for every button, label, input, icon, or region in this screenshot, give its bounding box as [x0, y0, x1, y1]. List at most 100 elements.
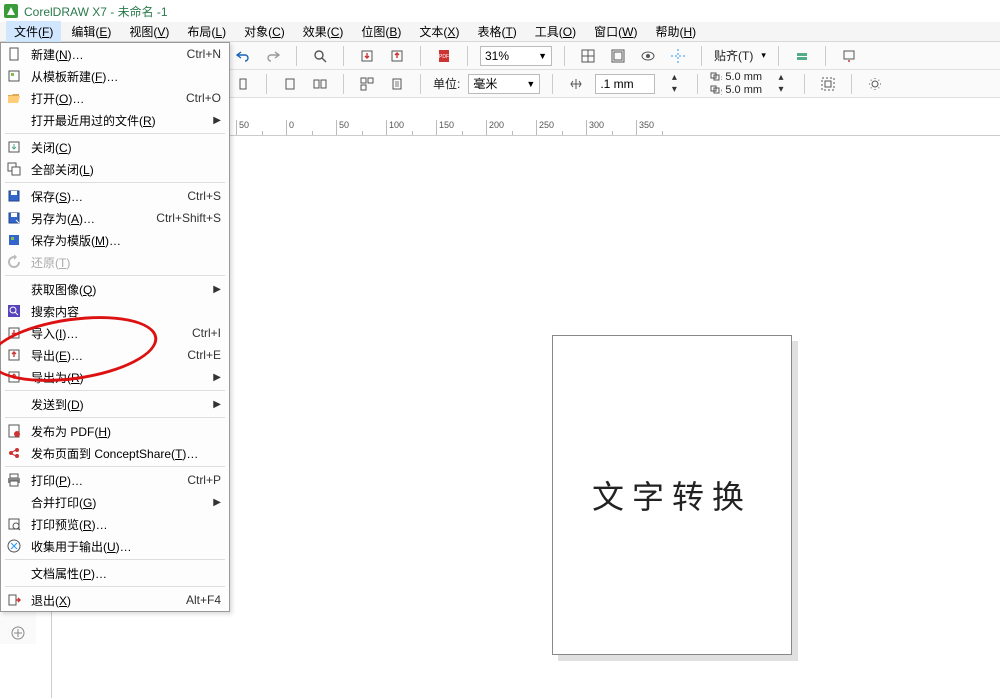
- menu-文本x[interactable]: 文本(X): [411, 21, 467, 42]
- export-icon[interactable]: [386, 45, 408, 67]
- dup-x-value[interactable]: 5.0 mm: [725, 71, 762, 83]
- file-menu-item[interactable]: 打印(P)…Ctrl+P: [1, 469, 229, 491]
- snap-grid-icon[interactable]: [577, 45, 599, 67]
- close-icon: [5, 138, 23, 156]
- file-menu-item[interactable]: 关闭(C): [1, 136, 229, 158]
- menu-item-label: 新建(N)…: [31, 46, 179, 63]
- chevron-down-icon: ▼: [538, 51, 547, 61]
- menu-item-label: 退出(X): [31, 592, 178, 609]
- orientation-portrait-icon[interactable]: [232, 73, 254, 95]
- menu-separator: [5, 182, 225, 183]
- menu-位图b[interactable]: 位图(B): [353, 21, 409, 42]
- menu-item-label: 发布为 PDF(H): [31, 423, 221, 440]
- zoom-value: 31%: [485, 49, 509, 63]
- revert-icon: [5, 253, 23, 271]
- menu-表格t[interactable]: 表格(T): [469, 21, 524, 42]
- file-menu-item[interactable]: 从模板新建(F)…: [1, 65, 229, 87]
- file-menu-item[interactable]: 合并打印(G)▶: [1, 491, 229, 513]
- ruler-tick: 200: [486, 120, 536, 135]
- file-menu-item[interactable]: 导出(E)…Ctrl+E: [1, 344, 229, 366]
- options-gear-icon[interactable]: [864, 73, 886, 95]
- canvas-page[interactable]: 文字转换: [552, 335, 792, 655]
- file-menu-item[interactable]: 发布页面到 ConceptShare(T)…: [1, 442, 229, 464]
- file-menu-item[interactable]: 新建(N)…Ctrl+N: [1, 43, 229, 65]
- file-menu-item[interactable]: 收集用于输出(U)…: [1, 535, 229, 557]
- file-menu-item[interactable]: 导出为(R)▶: [1, 366, 229, 388]
- file-menu-item[interactable]: 全部关闭(L): [1, 158, 229, 180]
- guides-icon[interactable]: [667, 45, 689, 67]
- menu-帮助h[interactable]: 帮助(H): [647, 21, 704, 42]
- submenu-arrow-icon: ▶: [213, 399, 221, 410]
- menu-item-label: 发送到(D): [31, 396, 205, 413]
- menu-工具o[interactable]: 工具(O): [527, 21, 584, 42]
- menu-item-label: 导出(E)…: [31, 347, 179, 364]
- preview-icon[interactable]: [637, 45, 659, 67]
- file-menu-item[interactable]: 保存为模版(M)…: [1, 229, 229, 251]
- menu-item-label: 获取图像(Q): [31, 281, 205, 298]
- add-page-icon[interactable]: [7, 622, 29, 644]
- file-menu-item[interactable]: 发送到(D) ▶: [1, 393, 229, 415]
- file-dropdown-menu: 新建(N)…Ctrl+N从模板新建(F)…打开(O)…Ctrl+O打开最近用过的…: [0, 42, 230, 612]
- dup-y-value[interactable]: 5.0 mm: [725, 84, 762, 96]
- menu-separator: [5, 133, 225, 134]
- file-menu-item[interactable]: 保存(S)…Ctrl+S: [1, 185, 229, 207]
- nudge-spinner[interactable]: ▴▾: [663, 73, 685, 95]
- nudge-field[interactable]: .1 mm: [595, 74, 655, 94]
- file-menu-item[interactable]: 打开(O)…Ctrl+O: [1, 87, 229, 109]
- submenu-arrow-icon: ▶: [213, 497, 221, 508]
- exportas-icon: [5, 368, 23, 386]
- menu-编辑e[interactable]: 编辑(E): [63, 21, 119, 42]
- redo-icon[interactable]: [262, 45, 284, 67]
- menu-效果c[interactable]: 效果(C): [295, 21, 352, 42]
- menu-shortcut: Ctrl+Shift+S: [156, 211, 221, 225]
- menu-布局l[interactable]: 布局(L): [179, 21, 234, 42]
- template-icon: [5, 67, 23, 85]
- undo-icon[interactable]: [232, 45, 254, 67]
- separator: [420, 46, 421, 66]
- file-menu-item[interactable]: 获取图像(Q)▶: [1, 278, 229, 300]
- file-menu-item[interactable]: 退出(X)Alt+F4: [1, 589, 229, 611]
- save-icon: [5, 187, 23, 205]
- launch-icon[interactable]: [838, 45, 860, 67]
- file-menu-item[interactable]: 导入(I)…Ctrl+I: [1, 322, 229, 344]
- file-menu-item[interactable]: 搜索内容: [1, 300, 229, 322]
- current-page-icon[interactable]: [386, 73, 408, 95]
- titlebar: CorelDRAW X7 - 未命名 -1: [0, 0, 1000, 22]
- savetpl-icon: [5, 231, 23, 249]
- file-menu-item[interactable]: 文档属性(P)…: [1, 562, 229, 584]
- zoom-field[interactable]: 31% ▼: [480, 46, 552, 66]
- separator: [266, 74, 267, 94]
- menubar: 文件(F)编辑(E)视图(V)布局(L)对象(C)效果(C)位图(B)文本(X)…: [0, 22, 1000, 42]
- all-pages-icon[interactable]: [356, 73, 378, 95]
- blank-icon: [5, 280, 23, 298]
- chevron-down-icon[interactable]: ▾: [761, 50, 766, 61]
- menu-shortcut: Ctrl+S: [187, 189, 221, 203]
- page-facing-icon[interactable]: [309, 73, 331, 95]
- menu-对象c[interactable]: 对象(C): [236, 21, 293, 42]
- pdf-icon[interactable]: PDF: [433, 45, 455, 67]
- separator: [851, 74, 852, 94]
- menu-separator: [5, 586, 225, 587]
- dup-spinner[interactable]: ▴▾: [770, 73, 792, 95]
- options-icon[interactable]: [791, 45, 813, 67]
- menu-item-label: 还原(T): [31, 254, 221, 271]
- menu-文件f[interactable]: 文件(F): [6, 21, 61, 42]
- menu-视图v[interactable]: 视图(V): [121, 21, 177, 42]
- unit-select[interactable]: 毫米 ▼: [468, 74, 540, 94]
- menu-窗口w[interactable]: 窗口(W): [586, 21, 645, 42]
- collect-icon: [5, 537, 23, 555]
- page-single-icon[interactable]: [279, 73, 301, 95]
- ruler-tick: 50: [336, 120, 386, 135]
- blank-icon: [5, 493, 23, 511]
- menu-item-label: 导出为(R): [31, 369, 205, 386]
- fullscreen-icon[interactable]: [607, 45, 629, 67]
- print-icon: [5, 471, 23, 489]
- search-icon[interactable]: [309, 45, 331, 67]
- file-menu-item[interactable]: 发布为 PDF(H): [1, 420, 229, 442]
- file-menu-item[interactable]: 打印预览(R)…: [1, 513, 229, 535]
- file-menu-item[interactable]: 另存为(A)…Ctrl+Shift+S: [1, 207, 229, 229]
- treat-as-filled-icon[interactable]: [817, 73, 839, 95]
- import-icon[interactable]: [356, 45, 378, 67]
- unit-label: 单位:: [433, 75, 460, 92]
- file-menu-item[interactable]: 打开最近用过的文件(R)▶: [1, 109, 229, 131]
